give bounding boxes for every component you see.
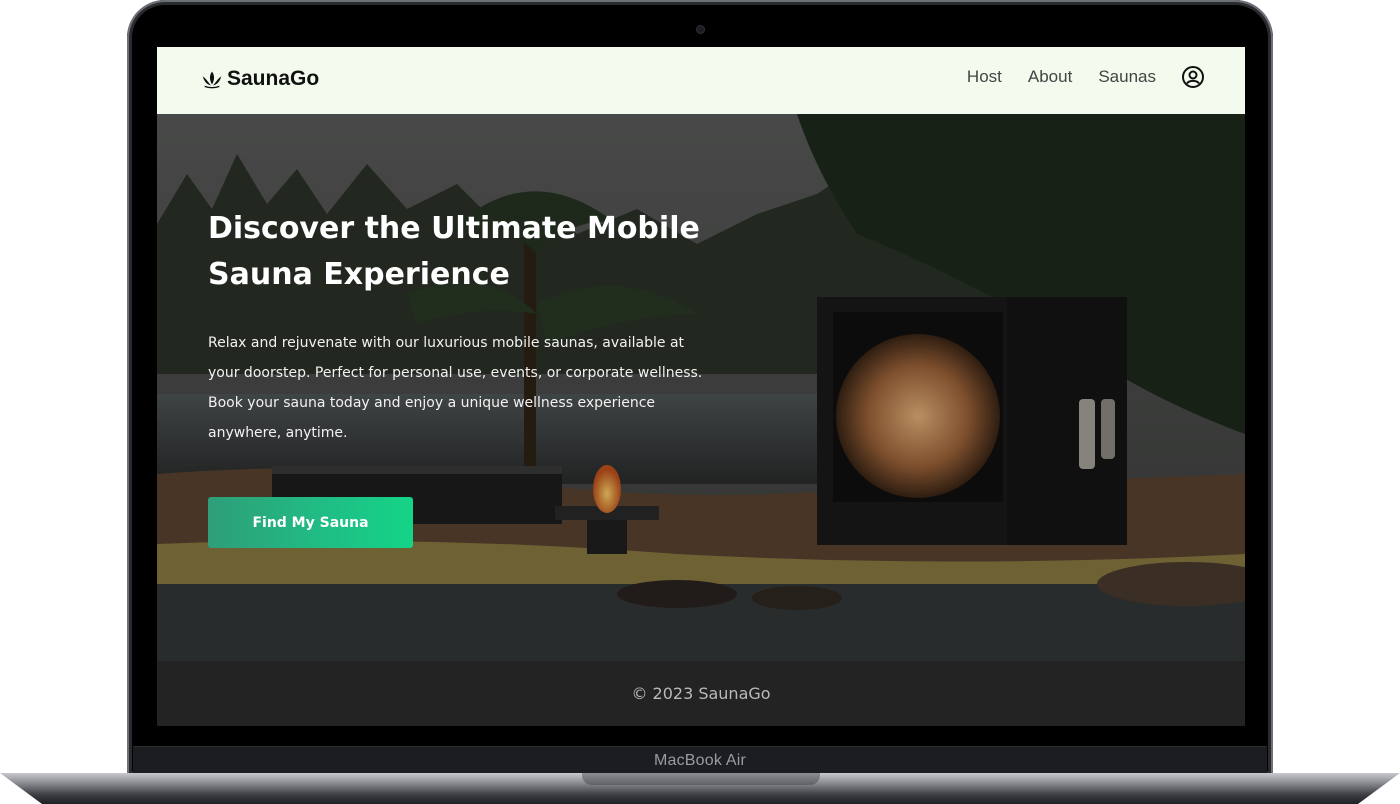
brand-logo[interactable]: SaunaGo	[201, 67, 319, 91]
hero-description: Relax and rejuvenate with our luxurious …	[208, 335, 703, 441]
screen: SaunaGo Host About Saunas Discover the U…	[157, 47, 1245, 726]
laptop-notch	[582, 773, 820, 785]
footer: © 2023 SaunaGo	[157, 661, 1245, 726]
nav-link-about[interactable]: About	[1028, 67, 1072, 87]
nav-link-host[interactable]: Host	[967, 67, 1002, 87]
lotus-icon	[202, 71, 222, 89]
navbar: SaunaGo Host About Saunas	[157, 47, 1245, 114]
camera-icon	[697, 26, 704, 33]
copyright-text: © 2023 SaunaGo	[631, 684, 771, 703]
hero-title: Discover the Ultimate Mobile Sauna Exper…	[208, 211, 700, 292]
user-circle-icon[interactable]	[1181, 65, 1205, 89]
nav-links: Host About Saunas	[941, 65, 1205, 89]
nav-link-saunas[interactable]: Saunas	[1098, 67, 1156, 87]
hero-section: Discover the Ultimate Mobile Sauna Exper…	[157, 114, 1245, 661]
find-my-sauna-button[interactable]: Find My Sauna	[208, 497, 413, 548]
device-label: MacBook Air	[653, 752, 746, 769]
brand-name: SaunaGo	[227, 67, 320, 90]
